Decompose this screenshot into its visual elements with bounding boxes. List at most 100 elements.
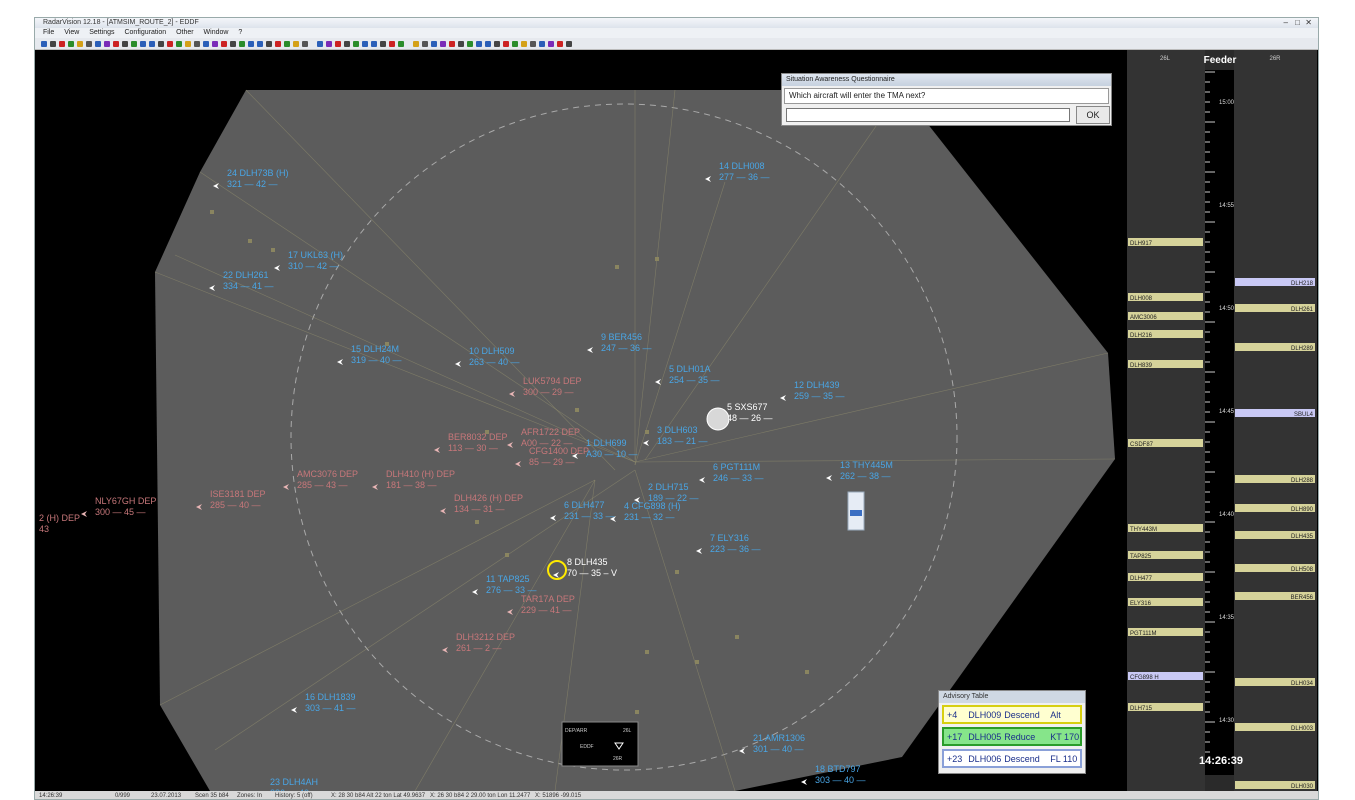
right-strip-callsign: BER456 [1291, 595, 1314, 601]
close-button[interactable]: ✕ [1305, 18, 1312, 28]
toolbar-icon[interactable] [512, 40, 518, 47]
advisory-row[interactable]: +4 DLH009Descend Alt 4000 [942, 705, 1082, 737]
toolbar-icon[interactable] [380, 40, 386, 47]
menu-configuration[interactable]: Configuration [124, 29, 166, 36]
toolbar-icon[interactable] [239, 40, 245, 47]
toolbar-icon[interactable] [275, 40, 281, 47]
toolbar-icon[interactable] [59, 40, 65, 47]
toolbar-icon[interactable] [140, 40, 146, 47]
left-strip-callsign: TAP825 [1130, 554, 1152, 560]
questionnaire-dialog: Situation Awareness Questionnaire Which … [781, 73, 1112, 126]
toolbar-icon[interactable] [113, 40, 119, 47]
track-data: 310 — 42 — [288, 261, 339, 271]
ok-button[interactable]: OK [1076, 106, 1110, 124]
toolbar-icon[interactable] [95, 40, 101, 47]
toolbar-icon[interactable] [317, 40, 323, 47]
aircraft-symbol[interactable] [801, 779, 807, 785]
status-field: Scen 35 b84 [195, 793, 229, 799]
toolbar-icon[interactable] [185, 40, 191, 47]
toolbar-icon[interactable] [122, 40, 128, 47]
toolbar-icon[interactable] [86, 40, 92, 47]
toolbar-icon[interactable] [230, 40, 236, 47]
toolbar-icon[interactable] [131, 40, 137, 47]
track-callsign: 1 DLH699 [586, 438, 627, 448]
toolbar-icon[interactable] [41, 40, 47, 47]
left-strip-callsign: PGT111M [1130, 631, 1156, 637]
toolbar-icon[interactable] [503, 40, 509, 47]
feeder-clock: 14:26:39 [1199, 755, 1244, 767]
track-popup-button[interactable] [850, 510, 862, 516]
toolbar-icon[interactable] [539, 40, 545, 47]
left-strip-callsign: DLH216 [1130, 333, 1153, 339]
toolbar-icon[interactable] [158, 40, 164, 47]
toolbar-icon[interactable] [371, 40, 377, 47]
toolbar-icon[interactable] [68, 40, 74, 47]
menu-help[interactable]: ? [238, 29, 242, 36]
aircraft-track[interactable]: 2 (H) DEP43 [35, 513, 80, 534]
answer-input[interactable] [786, 108, 1070, 122]
toolbar-icon[interactable] [212, 40, 218, 47]
toolbar-icon[interactable] [293, 40, 299, 47]
toolbar-icon[interactable] [530, 40, 536, 47]
toolbar-icon[interactable] [449, 40, 455, 47]
toolbar-icon[interactable] [389, 40, 395, 47]
toolbar-icon[interactable] [50, 40, 56, 47]
menu-view[interactable]: View [64, 29, 79, 36]
selected-aircraft-highlight[interactable] [706, 407, 730, 431]
toolbar-icon[interactable] [167, 40, 173, 47]
toolbar-icon[interactable] [440, 40, 446, 47]
toolbar-icon[interactable] [104, 40, 110, 47]
toolbar-icon[interactable] [362, 40, 368, 47]
radar-scope[interactable]: 24 DLH73B (H)321 — 42 — 14 DLH008277 — 36… [35, 50, 1319, 791]
toolbar-icon[interactable] [521, 40, 527, 47]
track-data: 181 — 38 — [386, 480, 437, 490]
left-strip-callsign: CFG898 H [1130, 675, 1159, 681]
maximize-button[interactable]: □ [1295, 18, 1300, 28]
aircraft-track[interactable]: NLY67GH DEP300 — 45 — [81, 496, 156, 517]
toolbar-icon[interactable] [335, 40, 341, 47]
toolbar-icon[interactable] [266, 40, 272, 47]
toolbar-icon[interactable] [494, 40, 500, 47]
toolbar-icon[interactable] [422, 40, 428, 47]
toolbar-icon[interactable] [149, 40, 155, 47]
track-callsign: 16 DLH1839 [305, 692, 356, 702]
toolbar-icon[interactable] [398, 40, 404, 47]
toolbar-icon[interactable] [194, 40, 200, 47]
track-data: 259 — 35 — [794, 391, 845, 401]
toolbar-icon[interactable] [203, 40, 209, 47]
toolbar-icon[interactable] [221, 40, 227, 47]
toolbar-icon[interactable] [176, 40, 182, 47]
toolbar-icon[interactable] [302, 40, 308, 47]
toolbar-icon[interactable] [485, 40, 491, 47]
toolbar-icon[interactable] [467, 40, 473, 47]
advisory-row[interactable]: +17 DLH005 Reduce KT 170 [942, 727, 1082, 746]
status-field: X: 26 30 b84 2 29.00 ton Lon 11.2477 [430, 793, 531, 799]
toolbar-icon[interactable] [476, 40, 482, 47]
toolbar-icon[interactable] [257, 40, 263, 47]
menu-file[interactable]: File [43, 29, 54, 36]
minimize-button[interactable]: – [1284, 18, 1288, 28]
toolbar-icon[interactable] [353, 40, 359, 47]
toolbar-icon[interactable] [548, 40, 554, 47]
menu-other[interactable]: Other [176, 29, 194, 36]
toolbar-icon[interactable] [248, 40, 254, 47]
aircraft-symbol[interactable] [81, 511, 87, 517]
menu-settings[interactable]: Settings [89, 29, 114, 36]
toolbar-icon[interactable] [458, 40, 464, 47]
toolbar-icon[interactable] [344, 40, 350, 47]
toolbar-icon[interactable] [326, 40, 332, 47]
toolbar-icon[interactable] [284, 40, 290, 47]
track-data: 231 — 33 — [564, 511, 615, 521]
mini-panel-label: 26R [613, 756, 623, 762]
toolbar-icon[interactable] [431, 40, 437, 47]
track-callsign: NLY67GH DEP [95, 496, 156, 506]
track-callsign: AMC3076 DEP [297, 469, 358, 479]
toolbar-icon[interactable] [77, 40, 83, 47]
toolbar-icon[interactable] [566, 40, 572, 47]
track-popup-widget[interactable] [847, 491, 865, 531]
advisory-row[interactable]: +23 DLH006 Descend FL 110 [942, 749, 1082, 768]
toolbar-icon[interactable] [413, 40, 419, 47]
menu-window[interactable]: Window [204, 29, 229, 36]
fix-marker [645, 650, 649, 654]
toolbar-icon[interactable] [557, 40, 563, 47]
